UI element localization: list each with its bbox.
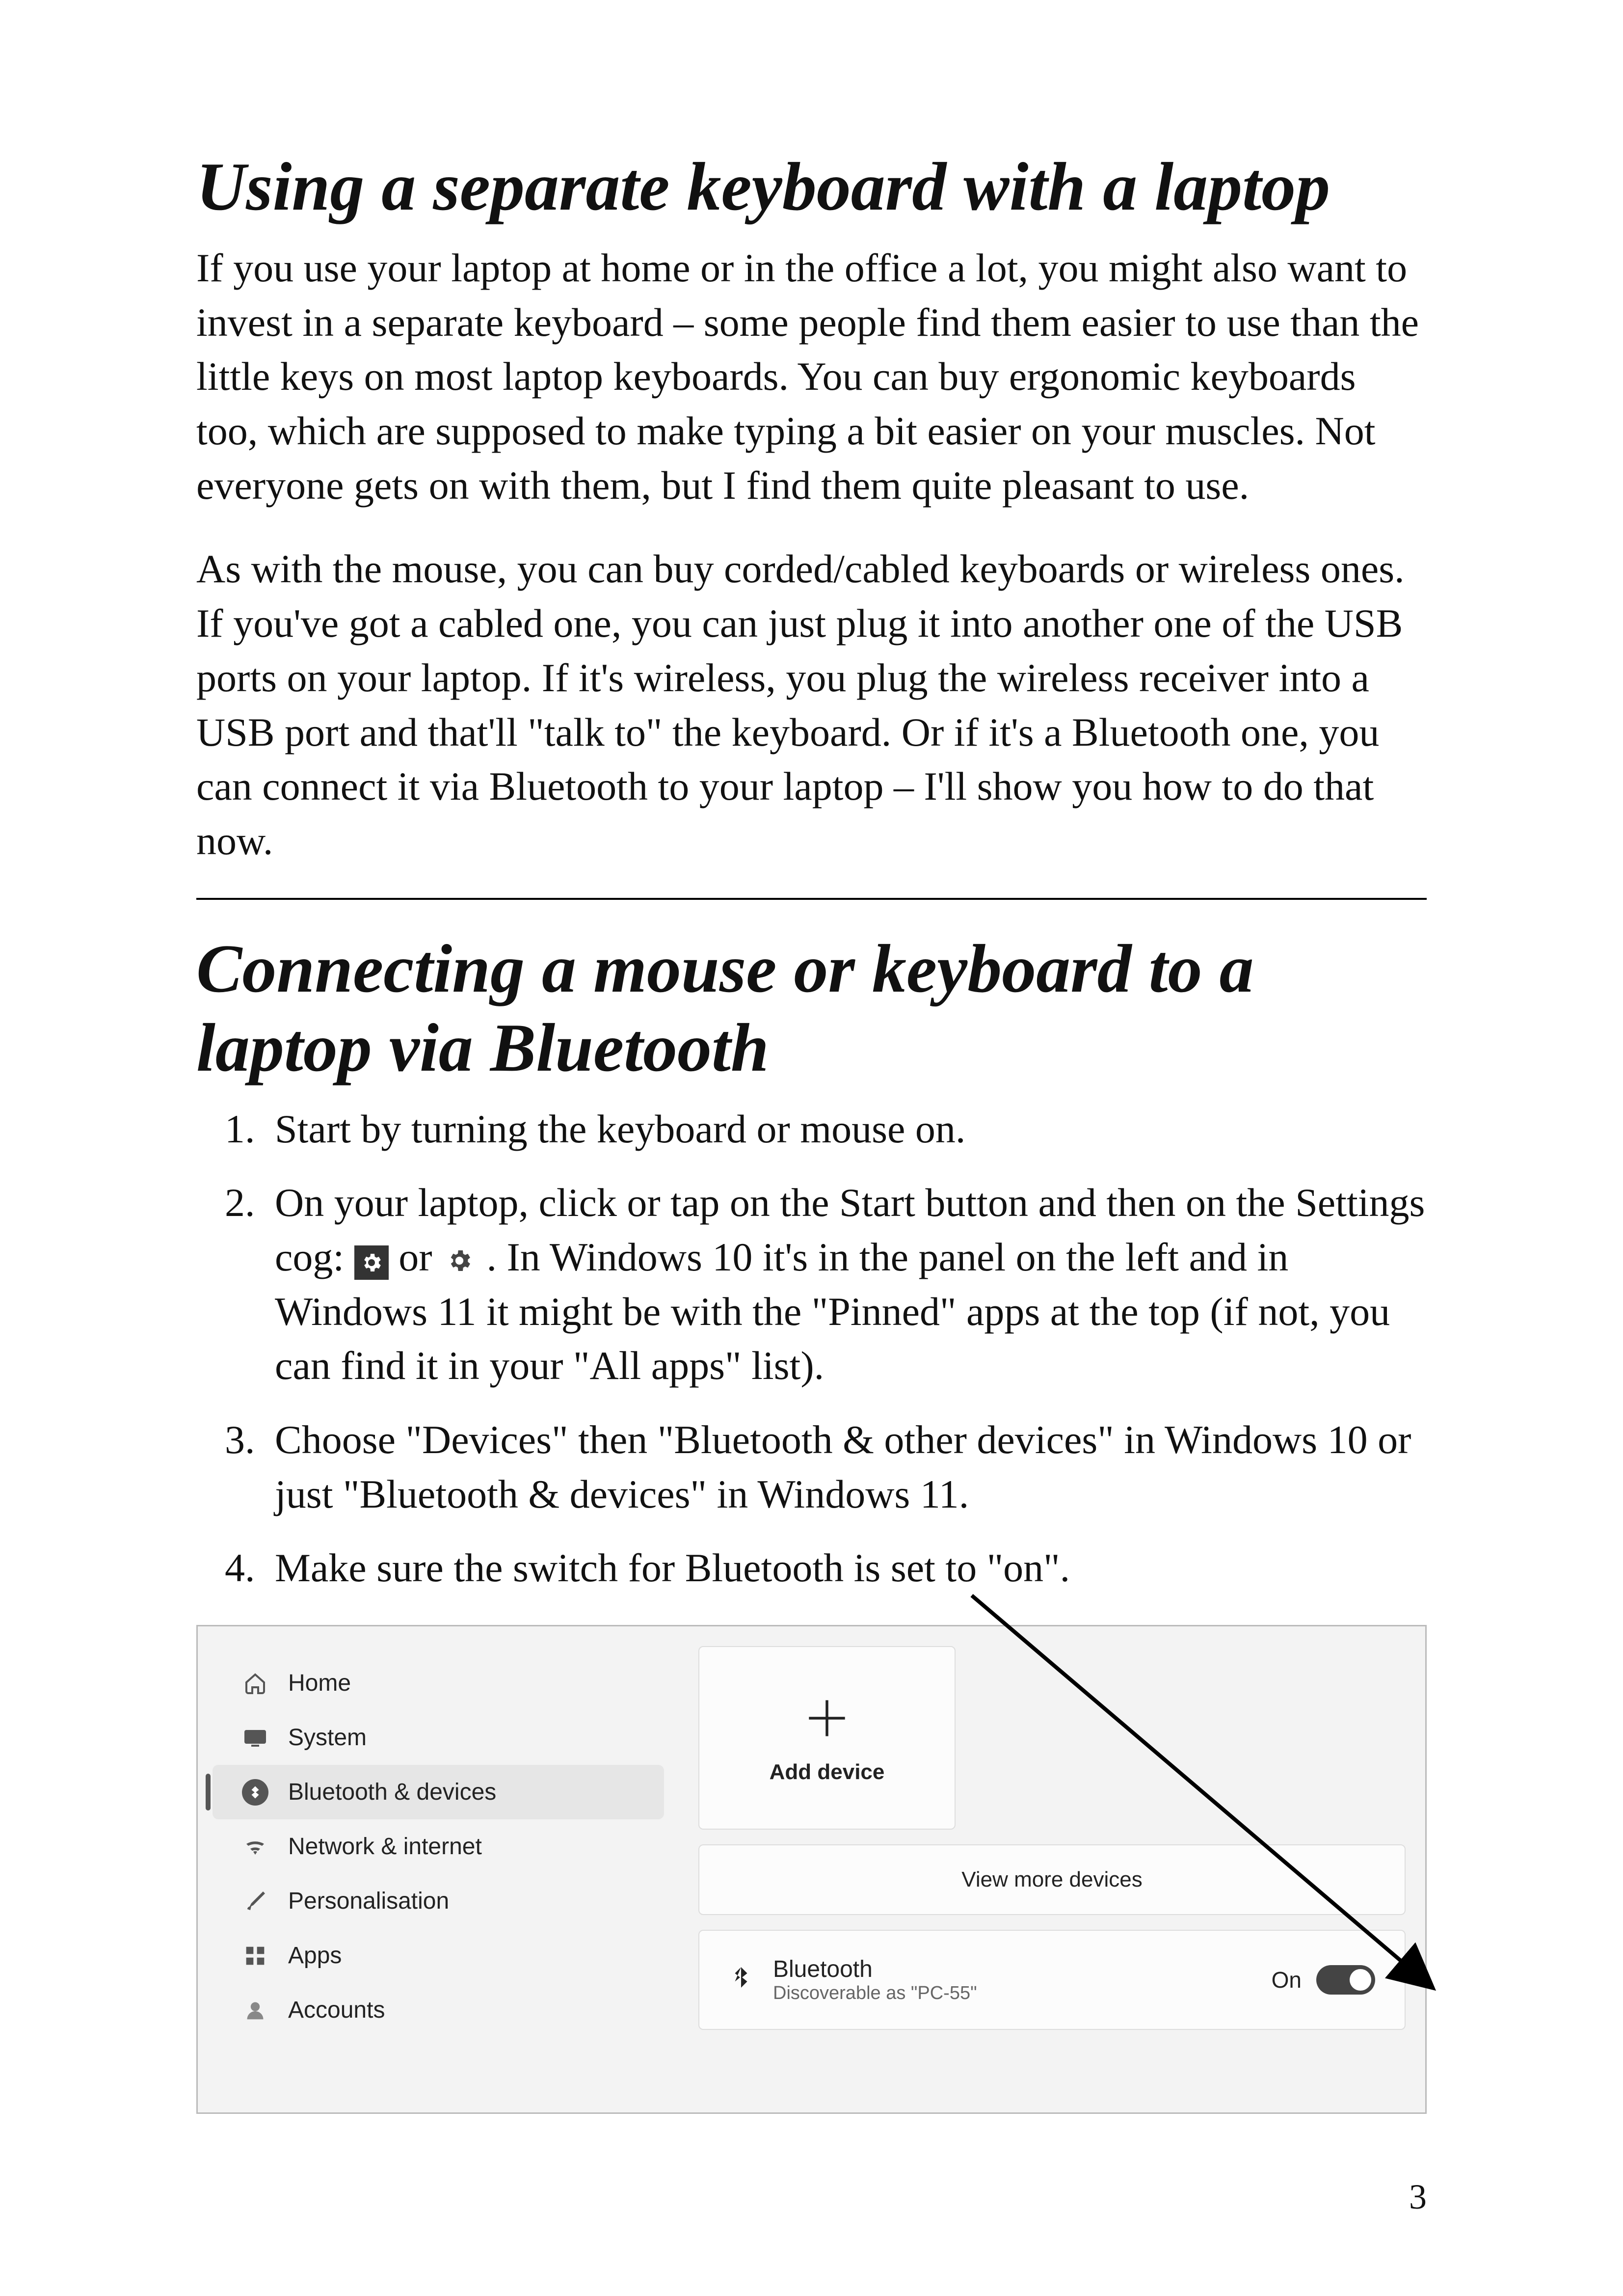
sidebar-item-accounts[interactable]: Accounts (198, 1983, 679, 2037)
apps-icon (242, 1943, 268, 1969)
sidebar-label-bluetooth: Bluetooth & devices (288, 1779, 496, 1806)
sidebar-label-home: Home (288, 1670, 351, 1697)
sidebar-item-personalisation[interactable]: Personalisation (198, 1874, 679, 1928)
sidebar-label-accounts: Accounts (288, 1997, 385, 2024)
section1-para1: If you use your laptop at home or in the… (196, 241, 1427, 513)
sidebar-item-system[interactable]: System (198, 1710, 679, 1765)
home-icon (242, 1670, 268, 1697)
sidebar-item-home[interactable]: Home (198, 1656, 679, 1710)
bluetooth-toggle[interactable] (1316, 1965, 1375, 1995)
step-1: Start by turning the keyboard or mouse o… (265, 1102, 1427, 1157)
step-2: On your laptop, click or tap on the Star… (265, 1176, 1427, 1393)
settings-main: Add device View more devices Bluetooth D… (679, 1626, 1425, 2112)
sidebar-item-apps[interactable]: Apps (198, 1928, 679, 1983)
section2-heading: Connecting a mouse or keyboard to a lapt… (196, 929, 1427, 1087)
step-4: Make sure the switch for Bluetooth is se… (265, 1541, 1427, 1595)
person-icon (242, 1997, 268, 2024)
bluetooth-title: Bluetooth (773, 1956, 977, 1983)
add-device-tile[interactable]: Add device (698, 1646, 956, 1830)
sidebar-item-network[interactable]: Network & internet (198, 1819, 679, 1874)
settings-cog-dark-icon (354, 1245, 389, 1280)
sidebar-item-bluetooth[interactable]: Bluetooth & devices (213, 1765, 664, 1819)
wifi-icon (242, 1834, 268, 1860)
view-more-devices[interactable]: View more devices (698, 1844, 1406, 1915)
bluetooth-state-label: On (1272, 1967, 1302, 1993)
bluetooth-row: Bluetooth Discoverable as "PC-55" On (698, 1930, 1406, 2030)
sidebar-label-personalisation: Personalisation (288, 1888, 449, 1915)
system-icon (242, 1725, 268, 1751)
plus-icon (800, 1691, 854, 1745)
sidebar-label-apps: Apps (288, 1942, 342, 1969)
sidebar-label-system: System (288, 1724, 367, 1751)
divider (196, 898, 1427, 900)
steps-list: Start by turning the keyboard or mouse o… (196, 1102, 1427, 1596)
step-3: Choose "Devices" then "Bluetooth & other… (265, 1413, 1427, 1521)
section1-para2: As with the mouse, you can buy corded/ca… (196, 542, 1427, 868)
sidebar-label-network: Network & internet (288, 1833, 482, 1860)
section1-heading: Using a separate keyboard with a laptop (196, 147, 1427, 226)
settings-sidebar: Home System Bluetooth & devices (198, 1626, 679, 2112)
step-2-or: or (399, 1235, 442, 1279)
add-device-label: Add device (770, 1760, 885, 1784)
view-more-label: View more devices (961, 1867, 1142, 1892)
brush-icon (242, 1888, 268, 1915)
bluetooth-icon (242, 1779, 268, 1806)
page-number: 3 (1409, 2177, 1427, 2217)
settings-cog-light-icon (442, 1243, 477, 1278)
bluetooth-subtitle: Discoverable as "PC-55" (773, 1983, 977, 2004)
windows-settings-screenshot: Home System Bluetooth & devices (196, 1625, 1427, 2114)
bluetooth-row-icon (729, 1965, 753, 1995)
